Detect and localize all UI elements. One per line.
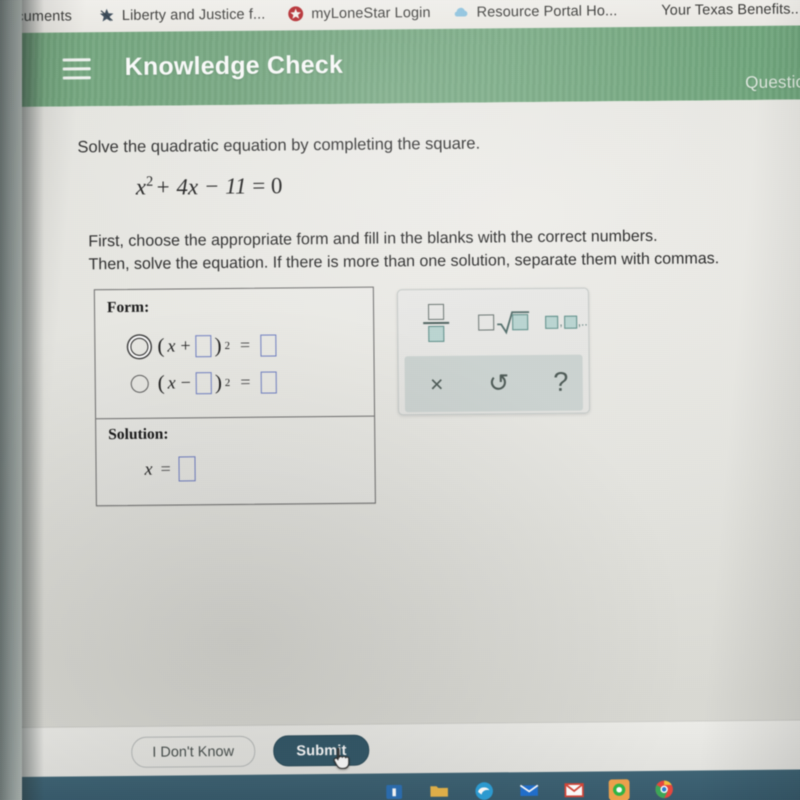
- open-paren: (: [157, 333, 165, 358]
- question-equation: x2+ 4x − 11 = 0: [136, 172, 283, 200]
- close-icon: ×: [429, 370, 444, 397]
- photo-left-bezel: [0, 0, 22, 800]
- variable-x: x: [167, 372, 176, 393]
- math-keypad: , ,... × ↺ ?: [396, 287, 591, 416]
- browser-screen: ocuments Liberty and Justice f... myLone…: [0, 0, 800, 800]
- solution-input[interactable]: [178, 456, 196, 482]
- bookmark-label: Your Texas Benefits...: [661, 0, 800, 19]
- nth-root-icon: [478, 309, 530, 335]
- explorer-icon[interactable]: [384, 781, 405, 800]
- equation-lhs-base: x: [135, 174, 147, 200]
- undo-button[interactable]: ↺: [481, 366, 517, 400]
- fraction-icon: [423, 303, 450, 343]
- bookmark-mylonestar-login[interactable]: myLoneStar Login: [287, 4, 431, 22]
- operator-minus: −: [180, 372, 191, 393]
- keypad-top-row: , ,...: [398, 289, 590, 357]
- edge-icon[interactable]: [474, 780, 495, 800]
- equation-term3: − 11: [203, 173, 247, 199]
- variable-x: x: [167, 335, 176, 356]
- page-title: Knowledge Check: [124, 50, 344, 81]
- folder-icon[interactable]: [429, 781, 450, 800]
- form-option-plus[interactable]: (x +) 2 =: [130, 333, 277, 359]
- form-minus-exponent: 2: [224, 376, 231, 389]
- solution-equals: =: [160, 458, 171, 479]
- form-minus-expression: (x −) 2 =: [158, 370, 277, 396]
- app-header: Knowledge Check Question: [0, 25, 800, 108]
- operator-plus: +: [180, 335, 191, 356]
- close-paren: ): [214, 370, 223, 395]
- answer-panel: Form: (x +) 2 = (x −) 2 = Solution: x =: [93, 286, 376, 507]
- form-minus-inner-blank[interactable]: [195, 371, 213, 394]
- nth-root-button[interactable]: [474, 307, 532, 338]
- submit-button[interactable]: Submit: [273, 734, 370, 767]
- open-paren: (: [157, 370, 165, 395]
- gmail-icon[interactable]: [564, 780, 585, 800]
- content-page: Solve the quadratic equation by completi…: [0, 99, 800, 728]
- clear-button[interactable]: ×: [419, 368, 455, 400]
- cloud-icon: [453, 4, 470, 21]
- question-counter: Question: [745, 72, 800, 93]
- close-paren: ): [214, 333, 222, 358]
- radio-form-plus[interactable]: [130, 337, 149, 356]
- action-footer: I Don't Know Submit © 202: [3, 719, 800, 779]
- bookmark-label: myLoneStar Login: [311, 4, 431, 22]
- solution-row: x =: [144, 456, 196, 482]
- form-section-label: Form:: [106, 298, 150, 317]
- help-button[interactable]: ?: [543, 363, 579, 401]
- solution-variable: x: [144, 458, 153, 479]
- bookmark-label: Resource Portal Ho...: [476, 2, 618, 21]
- i-dont-know-button[interactable]: I Don't Know: [131, 735, 256, 768]
- bookmark-liberty-and-justice[interactable]: Liberty and Justice f...: [98, 6, 266, 25]
- question-prompt: Solve the quadratic equation by completi…: [77, 134, 481, 157]
- equation-term2: + 4x: [155, 173, 199, 200]
- radio-form-minus[interactable]: [130, 374, 149, 393]
- question-mark-icon: ?: [553, 366, 569, 397]
- list-icon: , ,...: [545, 314, 590, 329]
- undo-icon: ↺: [488, 369, 510, 398]
- lonestar-icon: [287, 5, 304, 22]
- equals-sign: =: [239, 334, 251, 355]
- equation-relation: = 0: [252, 173, 283, 199]
- bookmark-resource-portal[interactable]: Resource Portal Ho...: [453, 2, 618, 21]
- taskbar-icon-group: [384, 779, 675, 800]
- star-icon: [98, 7, 115, 24]
- form-plus-rhs-blank[interactable]: [259, 334, 277, 357]
- equation-exponent: 2: [145, 173, 154, 190]
- hamburger-icon[interactable]: [62, 58, 91, 80]
- chrome-icon[interactable]: [654, 779, 675, 800]
- bookmark-label: Liberty and Justice f...: [121, 6, 266, 24]
- form-plus-expression: (x +) 2 =: [157, 333, 277, 359]
- form-minus-rhs-blank[interactable]: [260, 371, 277, 394]
- panel-divider: [96, 415, 375, 420]
- list-button[interactable]: , ,...: [545, 309, 590, 335]
- bookmark-your-texas-benefits[interactable]: Your Texas Benefits...: [661, 1, 800, 18]
- form-plus-inner-blank[interactable]: [195, 334, 212, 357]
- form-option-minus[interactable]: (x −) 2 =: [130, 370, 277, 396]
- fraction-button[interactable]: [414, 300, 458, 346]
- solution-section-label: Solution:: [108, 425, 169, 444]
- screen-photo: ocuments Liberty and Justice f... myLone…: [0, 0, 800, 800]
- question-instructions: First, choose the appropriate form and f…: [88, 223, 800, 276]
- equals-sign: =: [240, 371, 251, 392]
- form-plus-exponent: 2: [224, 339, 231, 352]
- mail-icon[interactable]: [519, 780, 540, 800]
- keypad-bottom-row: × ↺ ?: [404, 354, 584, 413]
- whatsapp-icon[interactable]: [608, 779, 630, 800]
